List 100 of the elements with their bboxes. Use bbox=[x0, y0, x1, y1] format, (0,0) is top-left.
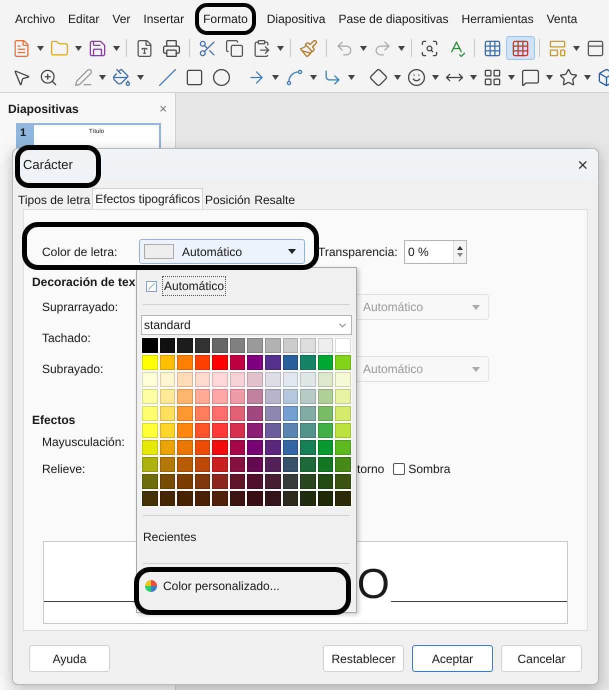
color-swatch[interactable] bbox=[230, 406, 246, 421]
diamond-icon[interactable] bbox=[369, 68, 388, 86]
color-swatch[interactable] bbox=[212, 338, 228, 353]
color-swatch[interactable] bbox=[194, 338, 210, 353]
color-swatch[interactable] bbox=[177, 338, 193, 353]
transparency-spin-field[interactable]: 0 % bbox=[404, 240, 467, 264]
color-swatch[interactable] bbox=[177, 457, 193, 472]
color-swatch[interactable] bbox=[212, 457, 228, 472]
color-swatch[interactable] bbox=[212, 491, 228, 506]
undo-icon[interactable] bbox=[335, 38, 354, 58]
menu-item[interactable]: Editar bbox=[68, 10, 100, 28]
curve-icon[interactable] bbox=[285, 68, 304, 86]
color-swatch[interactable] bbox=[212, 355, 228, 370]
color-swatch[interactable] bbox=[335, 491, 351, 506]
color-swatch[interactable] bbox=[230, 372, 246, 387]
color-swatch[interactable] bbox=[230, 389, 246, 404]
color-swatch[interactable] bbox=[318, 389, 334, 404]
color-swatch[interactable] bbox=[142, 423, 158, 438]
color-swatch[interactable] bbox=[160, 389, 176, 404]
folder-icon[interactable] bbox=[50, 38, 69, 58]
color-swatch[interactable] bbox=[265, 372, 281, 387]
color-swatch[interactable] bbox=[265, 491, 281, 506]
color-swatch[interactable] bbox=[247, 457, 264, 472]
color-swatch[interactable] bbox=[318, 474, 334, 489]
printer-icon[interactable] bbox=[162, 38, 181, 58]
slide-layout-icon[interactable] bbox=[548, 38, 567, 58]
menu-item[interactable]: Insertar bbox=[143, 10, 184, 28]
color-swatch[interactable] bbox=[160, 406, 176, 421]
color-swatch[interactable] bbox=[318, 423, 334, 438]
color-swatch[interactable] bbox=[300, 372, 316, 387]
caret-icon[interactable] bbox=[99, 74, 106, 80]
smiley-icon[interactable] bbox=[407, 68, 426, 86]
color-swatch[interactable] bbox=[282, 457, 298, 472]
color-swatch[interactable] bbox=[335, 474, 351, 489]
callout-icon[interactable] bbox=[521, 68, 540, 86]
caret-icon[interactable] bbox=[137, 74, 144, 80]
close-button[interactable]: × bbox=[577, 156, 588, 174]
caret-icon[interactable] bbox=[508, 74, 515, 80]
color-swatch[interactable] bbox=[177, 440, 193, 455]
color-swatch[interactable] bbox=[142, 355, 158, 370]
caret-icon[interactable] bbox=[348, 74, 355, 80]
caret-icon[interactable] bbox=[272, 74, 279, 80]
color-swatch[interactable] bbox=[160, 491, 176, 506]
color-swatch[interactable] bbox=[212, 440, 228, 455]
color-swatch[interactable] bbox=[177, 372, 193, 387]
color-swatch[interactable] bbox=[282, 440, 298, 455]
menu-item[interactable]: Diapositiva bbox=[266, 10, 326, 28]
menu-item[interactable]: Ver bbox=[112, 10, 130, 28]
caret-icon[interactable] bbox=[432, 74, 439, 80]
line-icon[interactable] bbox=[158, 68, 177, 86]
caret-icon[interactable] bbox=[546, 74, 553, 80]
dialog-button[interactable]: Ayuda bbox=[29, 645, 110, 672]
color-swatch[interactable] bbox=[160, 457, 176, 472]
color-swatch[interactable] bbox=[247, 440, 264, 455]
redo-icon[interactable] bbox=[373, 38, 392, 58]
color-swatch[interactable] bbox=[142, 406, 158, 421]
palette-dropdown[interactable]: standard bbox=[141, 315, 352, 335]
color-swatch[interactable] bbox=[194, 440, 210, 455]
color-swatch[interactable] bbox=[300, 440, 316, 455]
color-swatch[interactable] bbox=[247, 338, 264, 353]
line-color-icon[interactable] bbox=[74, 68, 93, 86]
slide-icon[interactable] bbox=[586, 38, 605, 58]
caret-icon[interactable] bbox=[310, 74, 317, 80]
copy-icon[interactable] bbox=[225, 38, 244, 58]
color-swatch[interactable] bbox=[282, 355, 298, 370]
color-swatch[interactable] bbox=[230, 423, 246, 438]
color-swatch[interactable] bbox=[265, 423, 281, 438]
color-swatch[interactable] bbox=[300, 406, 316, 421]
pdf-file-icon[interactable] bbox=[135, 38, 154, 58]
color-swatch[interactable] bbox=[318, 372, 334, 387]
color-swatch[interactable] bbox=[160, 372, 176, 387]
color-swatch[interactable] bbox=[335, 355, 351, 370]
paintbrush-icon[interactable] bbox=[299, 38, 318, 58]
color-swatch[interactable] bbox=[282, 372, 298, 387]
color-swatch[interactable] bbox=[318, 406, 334, 421]
color-swatch[interactable] bbox=[300, 389, 316, 404]
color-swatch[interactable] bbox=[335, 440, 351, 455]
tab[interactable]: Efectos tipográficos bbox=[92, 188, 203, 209]
document-icon[interactable] bbox=[12, 38, 31, 58]
color-swatch[interactable] bbox=[194, 457, 210, 472]
color-swatch[interactable] bbox=[160, 474, 176, 489]
color-swatch[interactable] bbox=[318, 355, 334, 370]
color-swatch[interactable] bbox=[230, 355, 246, 370]
color-swatch[interactable] bbox=[335, 372, 351, 387]
color-swatch[interactable] bbox=[142, 491, 158, 506]
color-swatch[interactable] bbox=[335, 389, 351, 404]
color-swatch[interactable] bbox=[265, 474, 281, 489]
caret-icon[interactable] bbox=[398, 46, 405, 50]
find-replace-icon[interactable] bbox=[420, 38, 439, 58]
fill-bucket-icon[interactable] bbox=[112, 68, 131, 86]
tab[interactable]: Tipos de letra bbox=[16, 190, 92, 209]
flowchart-icon[interactable] bbox=[483, 68, 502, 86]
menu-item[interactable]: Formato bbox=[203, 10, 248, 28]
color-swatch[interactable] bbox=[212, 389, 228, 404]
color-swatch[interactable] bbox=[230, 338, 246, 353]
dialog-button[interactable]: Cancelar bbox=[501, 645, 582, 672]
color-swatch[interactable] bbox=[247, 474, 264, 489]
color-swatch[interactable] bbox=[177, 491, 193, 506]
custom-color-button[interactable]: Color personalizado... bbox=[141, 576, 280, 596]
menu-item[interactable]: Venta bbox=[546, 10, 578, 28]
